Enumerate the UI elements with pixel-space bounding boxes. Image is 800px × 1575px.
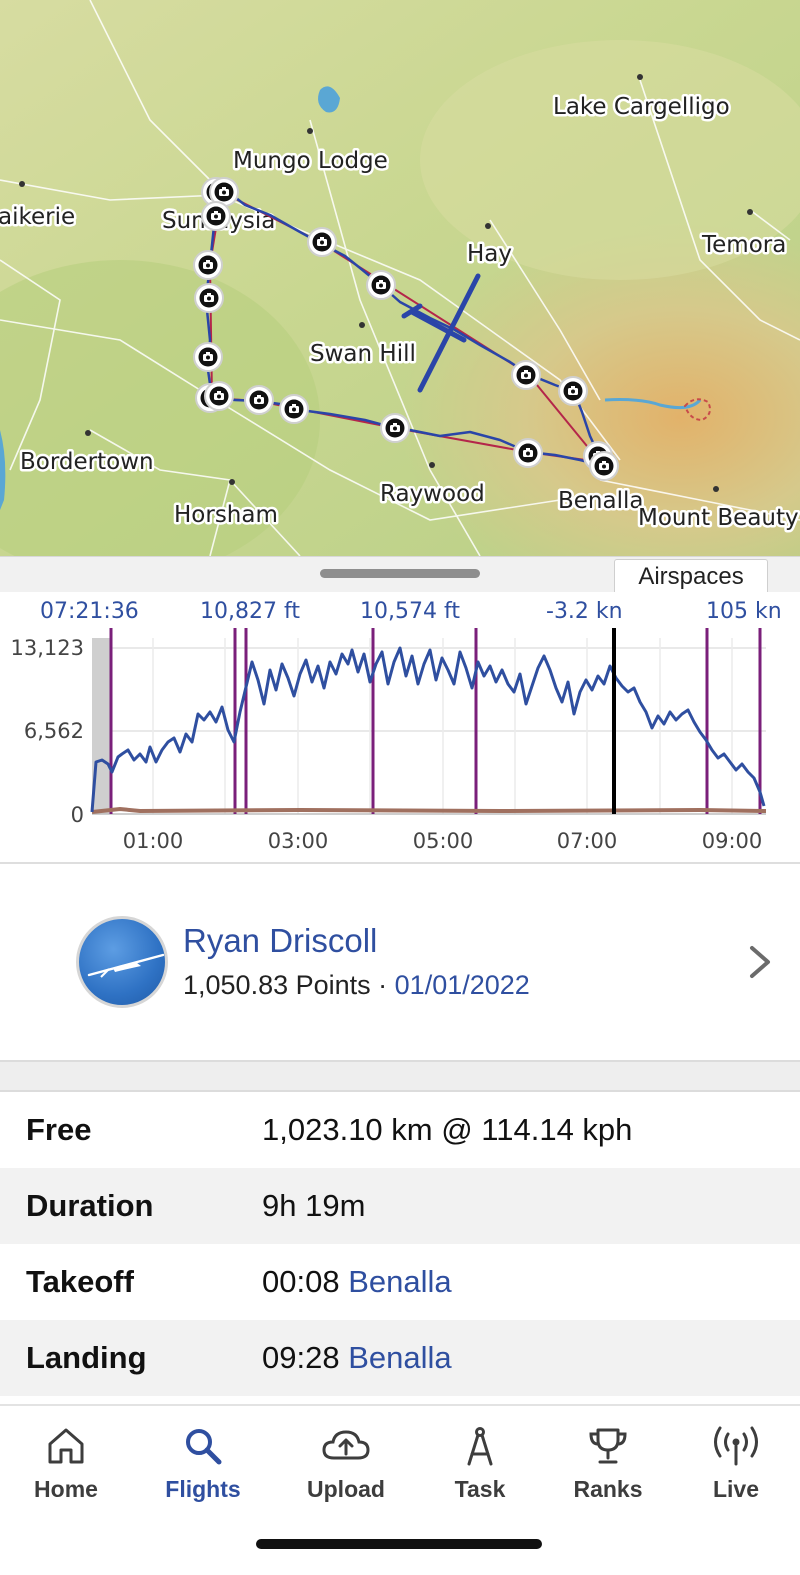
- drag-handle[interactable]: [320, 569, 480, 578]
- camera-icon[interactable]: [558, 376, 588, 406]
- pilot-card[interactable]: Ryan Driscoll 1,050.83 Points · 01/01/20…: [0, 864, 800, 1060]
- camera-icon[interactable]: [201, 201, 231, 231]
- map-label-mungo-lodge: Mungo Lodge: [233, 148, 388, 174]
- readout-vario: -3.2 kn: [546, 599, 623, 624]
- map-label-temora: Temora: [701, 232, 786, 258]
- map-label-benalla: Benalla: [558, 488, 643, 514]
- map-label-swan-hill: Swan Hill: [310, 341, 416, 367]
- readout-altitude: 10,827 ft: [200, 599, 300, 624]
- camera-icon[interactable]: [194, 283, 224, 313]
- camera-icon[interactable]: [204, 381, 234, 411]
- airspaces-tab[interactable]: Airspaces: [614, 559, 768, 593]
- map-canvas[interactable]: Lake Cargelligo Mungo Lodge aikerie Sunr…: [0, 0, 800, 556]
- tab-live[interactable]: Live: [676, 1424, 796, 1503]
- camera-icon[interactable]: [244, 385, 274, 415]
- stat-row-landing: Landing 09:28 Benalla: [0, 1320, 800, 1396]
- tab-flights[interactable]: Flights: [143, 1424, 263, 1503]
- camera-icon[interactable]: [380, 413, 410, 443]
- cloud-upload-icon: [322, 1430, 370, 1460]
- camera-icon[interactable]: [193, 342, 223, 372]
- flight-date-link[interactable]: 01/01/2022: [395, 970, 530, 1000]
- section-divider: [0, 1060, 800, 1092]
- x-tick-label-0900: 09:00: [702, 829, 763, 853]
- altitude-trace[interactable]: [90, 646, 766, 813]
- glider-photo-icon: [87, 953, 165, 978]
- barograph[interactable]: 07:21:36 10,827 ft 10,574 ft -3.2 kn 105…: [0, 592, 800, 864]
- barograph-chart[interactable]: 07:21:36 10,827 ft 10,574 ft -3.2 kn 105…: [0, 592, 800, 864]
- stat-value-landing: 09:28 Benalla: [262, 1340, 452, 1376]
- stat-row-takeoff: Takeoff 00:08 Benalla: [0, 1244, 800, 1320]
- stat-label-landing: Landing: [26, 1340, 147, 1375]
- readout-speed: 105 kn: [706, 599, 782, 624]
- readout-altitude-2: 10,574 ft: [360, 599, 460, 624]
- camera-icon[interactable]: [589, 451, 619, 481]
- tab-home-label: Home: [34, 1476, 98, 1502]
- map-label-waikerie: aikerie: [0, 204, 75, 230]
- tab-bar: Home Flights Upload Task Ranks Live: [0, 1404, 800, 1575]
- map-label-lake-cargelligo: Lake Cargelligo: [553, 94, 730, 120]
- trophy-icon: [589, 1428, 627, 1464]
- flight-map[interactable]: Lake Cargelligo Mungo Lodge aikerie Sunr…: [0, 0, 800, 556]
- stat-label-takeoff: Takeoff: [26, 1264, 134, 1299]
- takeoff-time: 00:08: [262, 1264, 340, 1299]
- map-label-bordertown: Bordertown: [20, 449, 154, 475]
- camera-icon[interactable]: [513, 438, 543, 468]
- stat-row-free: Free 1,023.10 km @ 114.14 kph: [0, 1092, 800, 1168]
- pilot-name[interactable]: Ryan Driscoll: [183, 922, 377, 960]
- landing-time: 09:28: [262, 1340, 340, 1375]
- camera-icon[interactable]: [511, 360, 541, 390]
- stat-value-duration: 9h 19m: [262, 1188, 366, 1223]
- stat-value-free: 1,023.10 km @ 114.14 kph: [262, 1112, 633, 1147]
- ground-elevation-line: [91, 806, 767, 814]
- camera-icon[interactable]: [366, 270, 396, 300]
- takeoff-place-link[interactable]: Benalla: [348, 1264, 451, 1299]
- compass-icon: [467, 1427, 493, 1466]
- meta-separator: ·: [370, 970, 395, 1000]
- tab-task[interactable]: Task: [420, 1424, 540, 1503]
- camera-icon[interactable]: [307, 227, 337, 257]
- chevron-right-icon[interactable]: [742, 944, 778, 980]
- x-tick-label-0300: 03:00: [268, 829, 329, 853]
- map-label-raywood: Raywood: [380, 481, 485, 507]
- tab-ranks[interactable]: Ranks: [548, 1424, 668, 1503]
- x-tick-label-0700: 07:00: [557, 829, 618, 853]
- stat-row-duration: Duration 9h 19m: [0, 1168, 800, 1244]
- landing-place-link[interactable]: Benalla: [348, 1340, 451, 1375]
- stat-value-takeoff: 00:08 Benalla: [262, 1264, 452, 1300]
- y-tick-label-mid: 6,562: [24, 719, 84, 743]
- tab-live-label: Live: [712, 1476, 760, 1502]
- readout-time: 07:21:36: [40, 599, 139, 624]
- stat-label-duration: Duration: [26, 1188, 154, 1223]
- home-indicator: [256, 1539, 542, 1549]
- camera-icon[interactable]: [279, 394, 309, 424]
- drawer-bar[interactable]: Airspaces: [0, 556, 800, 593]
- pilot-avatar[interactable]: [76, 916, 168, 1008]
- pilot-points: 1,050.83 Points: [183, 970, 371, 1000]
- y-tick-label-zero: 0: [71, 803, 84, 827]
- stat-label-free: Free: [26, 1112, 92, 1147]
- map-label-horsham: Horsham: [174, 502, 278, 528]
- flight-stats: Free 1,023.10 km @ 114.14 kph Duration 9…: [0, 1092, 800, 1396]
- tab-flights-label: Flights: [165, 1476, 241, 1502]
- map-label-mount-beauty: Mount Beauty: [638, 505, 799, 531]
- tab-upload-label: Upload: [307, 1476, 385, 1502]
- pilot-meta: 1,050.83 Points · 01/01/2022: [183, 970, 530, 1001]
- tab-ranks-label: Ranks: [573, 1476, 643, 1502]
- search-icon: [186, 1429, 222, 1465]
- home-icon: [48, 1428, 84, 1464]
- x-tick-label-0500: 05:00: [413, 829, 474, 853]
- x-tick-label-0100: 01:00: [123, 829, 184, 853]
- tab-upload[interactable]: Upload: [286, 1424, 406, 1503]
- tab-home[interactable]: Home: [6, 1424, 126, 1503]
- map-label-hay: Hay: [467, 241, 512, 267]
- y-tick-label-max: 13,123: [11, 636, 84, 660]
- camera-icon[interactable]: [193, 250, 223, 280]
- antenna-icon: [714, 1426, 758, 1466]
- tab-task-label: Task: [454, 1476, 506, 1502]
